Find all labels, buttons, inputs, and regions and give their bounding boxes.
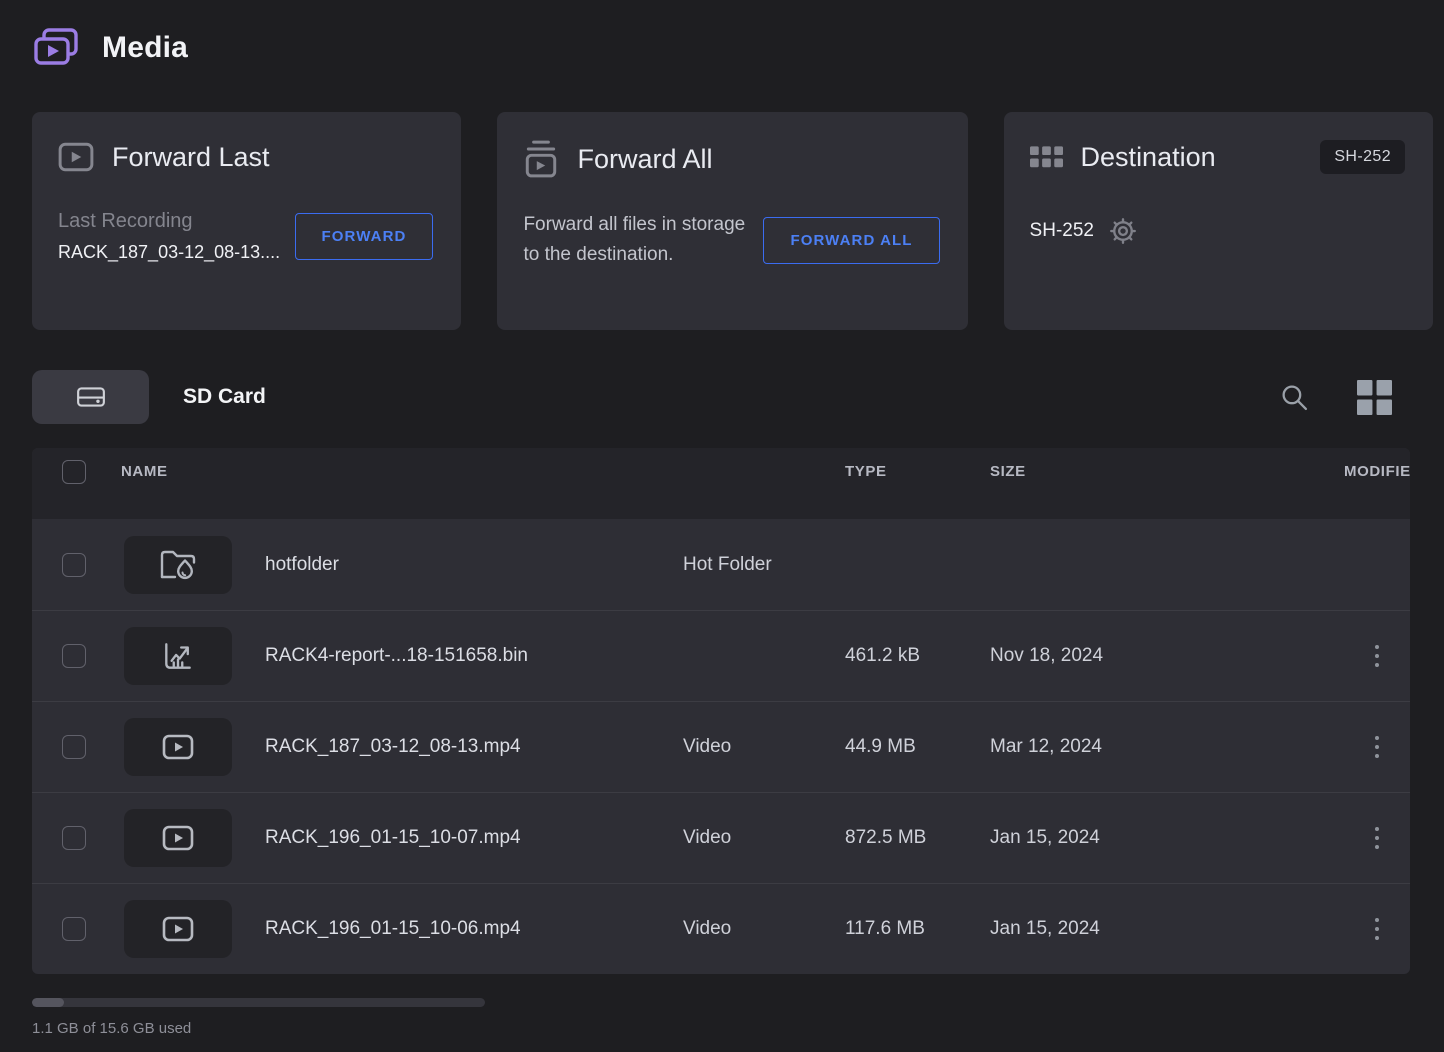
file-type: Video — [683, 827, 845, 849]
table-row: hotfolder Hot Folder — [32, 519, 1410, 610]
grid-view-icon — [1357, 380, 1392, 415]
file-modified: Jan 15, 2024 — [990, 827, 1344, 849]
file-thumbnail[interactable] — [124, 536, 232, 594]
table-row: RACK4-report-...18-151658.bin 461.2 kB N… — [32, 610, 1410, 701]
video-icon — [161, 733, 195, 761]
forward-button[interactable]: FORWARD — [295, 213, 434, 260]
row-checkbox[interactable] — [62, 553, 86, 577]
storage-select-button[interactable] — [32, 370, 149, 424]
forward-last-icon — [58, 140, 94, 174]
hot-folder-icon — [158, 546, 198, 584]
search-icon — [1280, 383, 1309, 412]
row-menu-button[interactable] — [1367, 637, 1387, 675]
file-modified: Jan 15, 2024 — [990, 918, 1344, 940]
column-header-size: SIZE — [990, 463, 1344, 480]
media-icon — [32, 26, 82, 70]
file-modified: Nov 18, 2024 — [990, 645, 1344, 667]
card-title: Forward Last — [112, 142, 270, 173]
storage-usage-text: 1.1 GB of 15.6 GB used — [32, 1020, 1444, 1037]
file-size: 461.2 kB — [845, 645, 990, 667]
file-thumbnail[interactable] — [124, 809, 232, 867]
cards-row: Forward Last Last Recording RACK_187_03-… — [32, 112, 1433, 330]
column-header-modified: MODIFIED — [1344, 463, 1410, 480]
file-size: 872.5 MB — [845, 827, 990, 849]
file-modified: Mar 12, 2024 — [990, 736, 1344, 758]
file-name[interactable]: RACK_196_01-15_10-07.mp4 — [265, 827, 683, 849]
table-body: hotfolder Hot Folder RACK4-report-...18-… — [32, 519, 1410, 974]
file-type: Video — [683, 918, 845, 940]
column-header-type: TYPE — [845, 463, 990, 480]
gear-icon — [1108, 216, 1138, 246]
destination-icon — [1030, 146, 1063, 168]
page-title: Media — [102, 31, 188, 65]
file-table: NAME TYPE SIZE MODIFIED hotfolder Hot Fo… — [32, 448, 1410, 974]
row-checkbox[interactable] — [62, 917, 86, 941]
row-menu-button[interactable] — [1367, 910, 1387, 948]
destination-settings-button[interactable] — [1108, 216, 1138, 246]
row-menu-button[interactable] — [1367, 819, 1387, 857]
forward-last-card: Forward Last Last Recording RACK_187_03-… — [32, 112, 461, 330]
destination-badge: SH-252 — [1320, 140, 1405, 174]
file-size: 117.6 MB — [845, 918, 990, 940]
table-row: RACK_187_03-12_08-13.mp4 Video 44.9 MB M… — [32, 701, 1410, 792]
destination-value: SH-252 — [1030, 220, 1094, 242]
file-thumbnail[interactable] — [124, 627, 232, 685]
file-name[interactable]: hotfolder — [265, 554, 683, 576]
card-title: Destination — [1081, 142, 1216, 173]
video-icon — [161, 824, 195, 852]
storage-meter — [32, 998, 485, 1007]
file-thumbnail[interactable] — [124, 718, 232, 776]
last-recording-value: RACK_187_03-12_08-13.... — [58, 242, 280, 263]
file-type: Video — [683, 736, 845, 758]
row-checkbox[interactable] — [62, 735, 86, 759]
file-size: 44.9 MB — [845, 736, 990, 758]
last-recording-label: Last Recording — [58, 210, 280, 233]
card-title: Forward All — [577, 144, 712, 175]
destination-card: Destination SH-252 SH-252 — [1004, 112, 1433, 330]
forward-all-card: Forward All Forward all files in storage… — [497, 112, 967, 330]
forward-all-description: Forward all files in storage to the dest… — [523, 210, 763, 271]
file-name[interactable]: RACK4-report-...18-151658.bin — [265, 645, 683, 667]
file-thumbnail[interactable] — [124, 900, 232, 958]
file-name[interactable]: RACK_187_03-12_08-13.mp4 — [265, 736, 683, 758]
grid-view-button[interactable] — [1351, 374, 1398, 421]
table-row: RACK_196_01-15_10-07.mp4 Video 872.5 MB … — [32, 792, 1410, 883]
column-header-name: NAME — [121, 463, 683, 480]
chart-icon — [161, 639, 195, 673]
table-header-row: NAME TYPE SIZE MODIFIED — [32, 448, 1410, 519]
file-type: Hot Folder — [683, 554, 845, 576]
select-all-checkbox[interactable] — [62, 460, 86, 484]
table-row: RACK_196_01-15_10-06.mp4 Video 117.6 MB … — [32, 883, 1410, 974]
search-button[interactable] — [1274, 377, 1315, 418]
forward-all-icon — [523, 140, 559, 178]
row-checkbox[interactable] — [62, 826, 86, 850]
file-name[interactable]: RACK_196_01-15_10-06.mp4 — [265, 918, 683, 940]
page-header: Media — [32, 26, 1444, 70]
media-page: Media Forward Last Last Recording RACK_1… — [0, 0, 1444, 1037]
storage-name: SD Card — [183, 385, 266, 409]
row-menu-button[interactable] — [1367, 728, 1387, 766]
video-icon — [161, 915, 195, 943]
row-checkbox[interactable] — [62, 644, 86, 668]
forward-all-button[interactable]: FORWARD ALL — [763, 217, 939, 264]
sd-card-icon — [76, 383, 106, 411]
storage-meter-fill — [32, 998, 64, 1007]
storage-toolbar: SD Card — [32, 370, 1410, 424]
